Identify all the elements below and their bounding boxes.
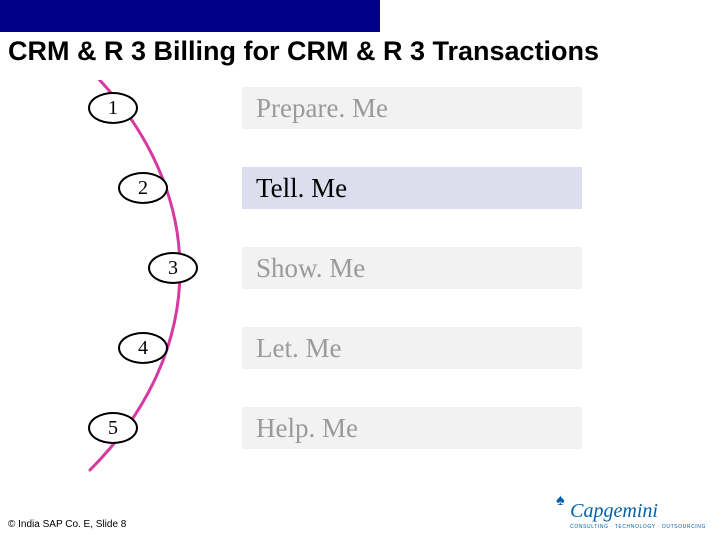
step-num: 3 [168,257,178,280]
step-num: 1 [108,97,118,120]
brand-logo: ♠ Capgemini CONSULTING · TECHNOLOGY · OU… [570,500,706,530]
step-label-2: Tell. Me [242,167,582,209]
step-label-3: Show. Me [242,247,582,289]
logo-text: Capgemini [570,500,658,522]
step-num: 5 [108,417,118,440]
logo-tagline: CONSULTING · TECHNOLOGY · OUTSOURCING [570,524,706,530]
step-label-5: Help. Me [242,407,582,449]
step-node-1: 1 [88,92,138,124]
steps-diagram: 1 2 3 4 5 Prepare. Me Tell. Me Show. Me … [0,80,720,510]
spade-icon: ♠ [556,492,565,510]
logo-name: ♠ Capgemini [570,500,706,523]
step-label-4: Let. Me [242,327,582,369]
step-num: 4 [138,337,148,360]
header-bar [0,0,380,32]
footer-text: © India SAP Co. E, Slide 8 [8,519,126,530]
step-node-5: 5 [88,412,138,444]
step-node-2: 2 [118,172,168,204]
step-label-1: Prepare. Me [242,87,582,129]
page-title: CRM & R 3 Billing for CRM & R 3 Transact… [8,36,599,67]
slide: CRM & R 3 Billing for CRM & R 3 Transact… [0,0,720,540]
step-node-3: 3 [148,252,198,284]
step-num: 2 [138,177,148,200]
step-node-4: 4 [118,332,168,364]
